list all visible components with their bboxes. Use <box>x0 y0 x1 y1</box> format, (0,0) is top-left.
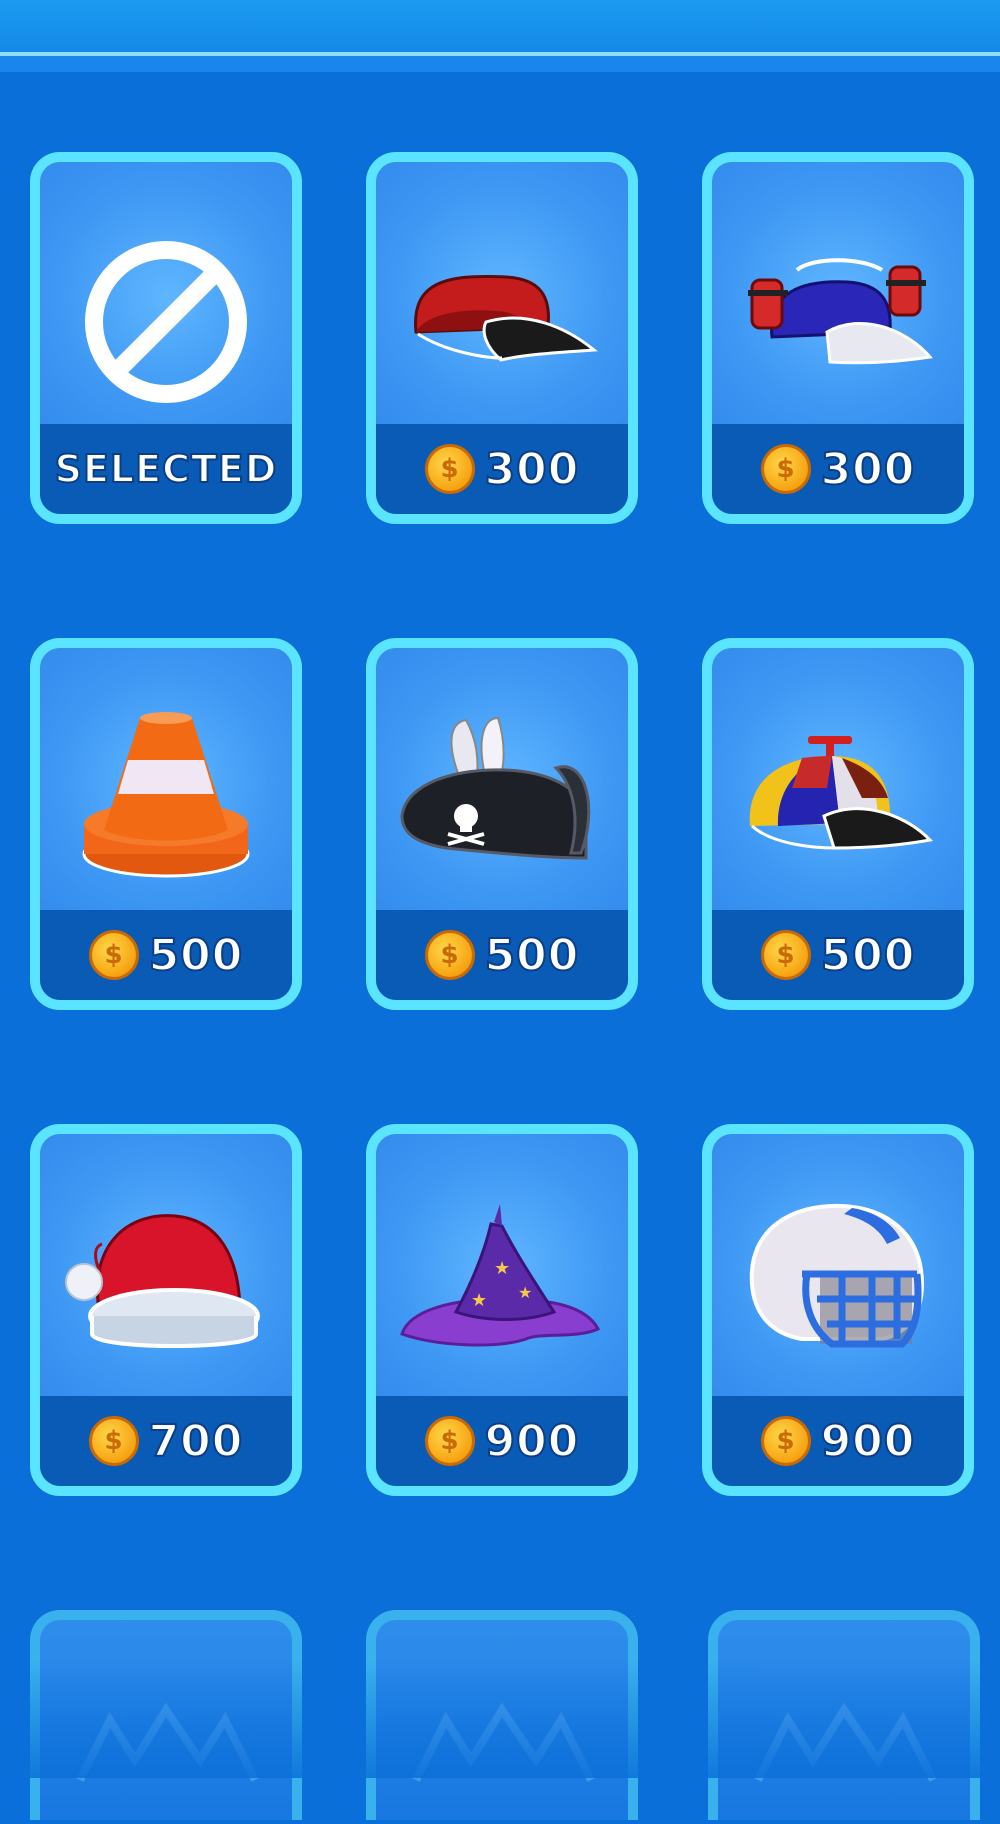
shop-item-santa-hat[interactable]: $ 700 <box>30 1124 302 1496</box>
football-helmet-icon <box>712 1134 964 1396</box>
coin-icon: $ <box>88 930 139 980</box>
price-label: 900 <box>484 1415 580 1468</box>
bottom-fade <box>0 1660 1000 1778</box>
price-label: 500 <box>148 929 244 982</box>
price-label: 300 <box>820 443 916 496</box>
pirate-hat-icon <box>376 648 628 910</box>
price-label: 300 <box>484 443 580 496</box>
coin-icon: $ <box>424 444 475 494</box>
coin-icon: $ <box>88 1416 139 1466</box>
shop-item-pirate-hat[interactable]: $ 500 <box>366 638 638 1010</box>
price-bar: $ 500 <box>376 910 628 1000</box>
coin-icon: $ <box>760 444 811 494</box>
no-symbol-icon <box>40 162 292 424</box>
drink-helmet-cap-icon <box>712 162 964 424</box>
price-bar: SELECTED <box>40 424 292 514</box>
red-cap-icon <box>376 162 628 424</box>
coin-icon: $ <box>424 930 475 980</box>
coin-icon: $ <box>760 930 811 980</box>
price-bar: $ 500 <box>40 910 292 1000</box>
shop-item-wizard-hat[interactable]: ★ ★ ★ $ 900 <box>366 1124 638 1496</box>
top-bar-shadow <box>0 56 1000 72</box>
price-bar: $ 700 <box>40 1396 292 1486</box>
price-bar: $ 900 <box>376 1396 628 1486</box>
coin-icon: $ <box>424 1416 475 1466</box>
price-bar: $ 900 <box>712 1396 964 1486</box>
svg-text:★: ★ <box>518 1283 532 1302</box>
coin-icon: $ <box>760 1416 811 1466</box>
price-bar: $ 300 <box>712 424 964 514</box>
selected-label: SELECTED <box>54 446 278 492</box>
price-label: 500 <box>484 929 580 982</box>
shop-item-none[interactable]: SELECTED <box>30 152 302 524</box>
price-label: 500 <box>820 929 916 982</box>
shop-item-football-helmet[interactable]: $ 900 <box>702 1124 974 1496</box>
shop-item-propeller-cap[interactable]: $ 500 <box>702 638 974 1010</box>
svg-text:★: ★ <box>471 1290 487 1311</box>
price-bar: $ 500 <box>712 910 964 1000</box>
price-label: 700 <box>148 1415 244 1468</box>
shop-item-drink-helmet[interactable]: $ 300 <box>702 152 974 524</box>
santa-hat-icon <box>40 1134 292 1396</box>
top-bar <box>0 0 1000 56</box>
price-bar: $ 300 <box>376 424 628 514</box>
traffic-cone-icon <box>40 648 292 910</box>
propeller-cap-icon <box>712 648 964 910</box>
shop-item-traffic-cone[interactable]: $ 500 <box>30 638 302 1010</box>
wizard-hat-icon: ★ ★ ★ <box>376 1134 628 1396</box>
svg-text:★: ★ <box>494 1258 510 1279</box>
shop-item-red-cap[interactable]: $ 300 <box>366 152 638 524</box>
price-label: 900 <box>820 1415 916 1468</box>
